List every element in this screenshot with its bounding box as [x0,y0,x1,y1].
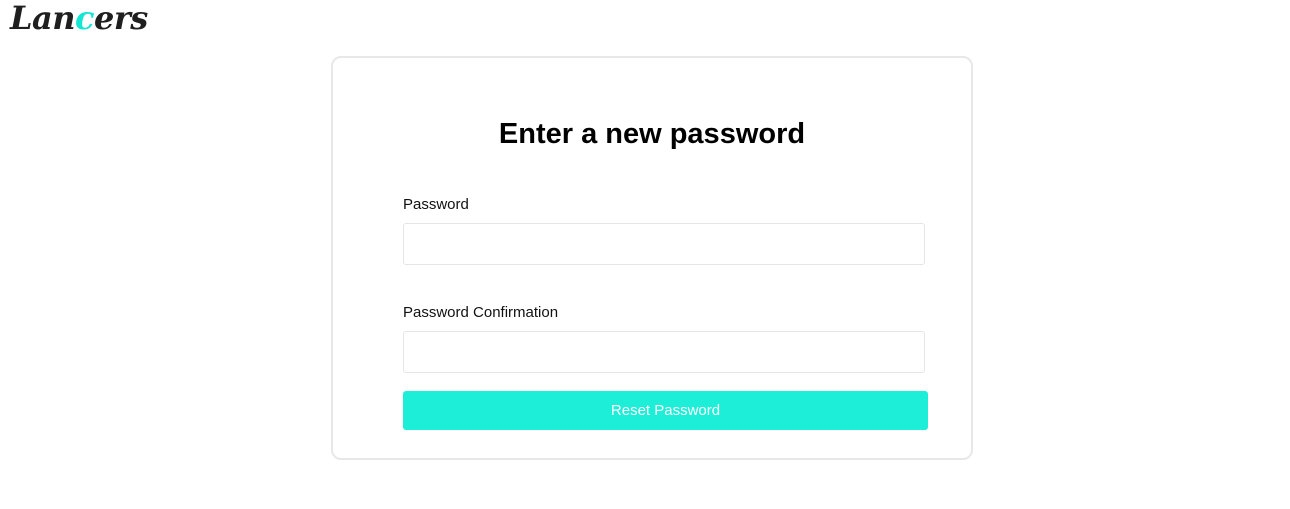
logo-text-accent: c [75,0,94,37]
password-label: Password [403,196,469,213]
logo-text-end: ers [93,0,148,37]
password-confirmation-input[interactable] [403,331,925,373]
password-confirmation-label: Password Confirmation [403,304,559,321]
logo-text-start: Lan [10,0,76,37]
page-title: Enter a new password [498,118,806,150]
reset-password-card: Enter a new password Password Password C… [331,56,973,460]
password-input[interactable] [403,223,925,265]
reset-password-button[interactable]: Reset Password [403,391,928,430]
lancers-logo[interactable]: Lancers [10,0,148,36]
